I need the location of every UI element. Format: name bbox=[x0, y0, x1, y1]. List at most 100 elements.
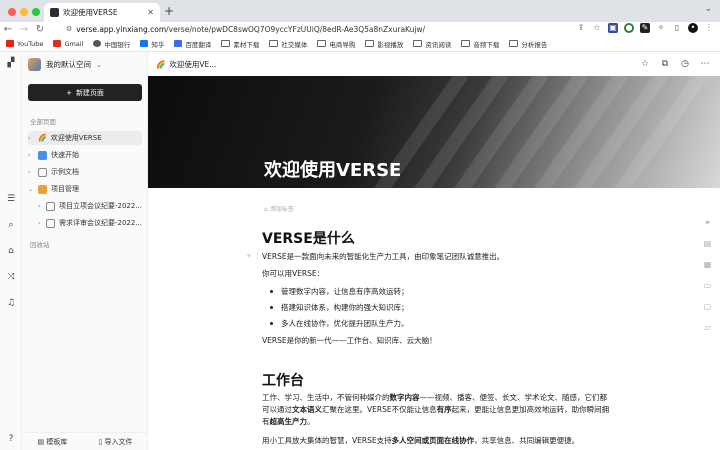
page-title[interactable]: 欢迎使用VERSE bbox=[264, 156, 401, 182]
pages-list-icon[interactable]: ☰ bbox=[6, 194, 16, 204]
add-tag-button[interactable]: ⌂ 添加标签 bbox=[264, 204, 294, 213]
list-item: 多人在线协作，优化提升团队生产力。 bbox=[270, 318, 409, 329]
chat-icon[interactable]: ▢ bbox=[703, 302, 712, 311]
open-external-icon[interactable]: ⧉ bbox=[660, 59, 670, 69]
doc-icon bbox=[45, 218, 55, 228]
share-icon[interactable]: ⇪ bbox=[576, 23, 586, 33]
folder-icon bbox=[269, 40, 279, 47]
notification-bell-icon[interactable]: ♫ bbox=[6, 298, 16, 308]
folder-icon bbox=[38, 184, 47, 194]
heading-what-is-verse: VERSE是什么 bbox=[262, 231, 355, 247]
sidebar-item-review-minutes[interactable]: › 需求评审会议纪要-2022... bbox=[28, 216, 142, 230]
bookmark-folder-social[interactable]: 社交媒体 bbox=[269, 39, 307, 49]
doc-icon bbox=[38, 167, 47, 177]
rainbow-icon: 🌈 bbox=[38, 134, 47, 142]
cover-image: 欢迎使用VERSE bbox=[148, 76, 720, 188]
sidebar-item-welcome[interactable]: › 🌈 欢迎使用VERSE bbox=[28, 131, 142, 145]
search-icon[interactable]: ⌕ bbox=[6, 220, 16, 230]
tab-list-chevron-icon[interactable]: ⌄ bbox=[704, 4, 712, 14]
workbench-paragraph-1: 工作、学习、生活中，不管何种媒介的数字内容——视频、播客、便签、长文、学术论文、… bbox=[262, 393, 610, 426]
expand-caret-icon[interactable]: › bbox=[38, 203, 42, 210]
browser-tab-active[interactable]: 欢迎使用VERSE ✕ bbox=[44, 3, 160, 22]
templates-button[interactable]: ▤ 模板库 bbox=[38, 437, 68, 447]
link-icon[interactable]: ⚭ bbox=[703, 218, 712, 227]
bookmark-star-icon[interactable]: ☆ bbox=[592, 23, 602, 33]
collapse-caret-icon[interactable]: ⌄ bbox=[28, 186, 34, 193]
minimize-window-button[interactable] bbox=[20, 8, 28, 16]
maximize-window-button[interactable] bbox=[32, 8, 40, 16]
sidebar-item-label: 项目管理 bbox=[51, 185, 79, 193]
new-page-label: 新建页面 bbox=[75, 88, 104, 97]
url-text: verse.app.yinxiang.com/verse/note/pwDC8s… bbox=[76, 24, 426, 34]
address-bar[interactable]: ⚙ verse.app.yinxiang.com/verse/note/pwDC… bbox=[66, 22, 606, 36]
bookmark-baidu-translate[interactable]: 百度翻译 bbox=[174, 39, 211, 49]
can-paragraph: 你可以用VERSE： bbox=[262, 269, 325, 278]
bookmark-folder-reports[interactable]: 分析报告 bbox=[509, 39, 547, 49]
heading-workbench: 工作台 bbox=[262, 373, 304, 389]
expand-caret-icon[interactable]: › bbox=[28, 152, 34, 159]
bookmark-folder-video[interactable]: 影视播放 bbox=[365, 39, 403, 49]
bookmark-folder-news[interactable]: 资讯阅读 bbox=[413, 39, 451, 49]
folder-icon bbox=[317, 40, 327, 47]
workspace-avatar bbox=[28, 58, 41, 71]
bookmark-boc[interactable]: 中国银行 bbox=[93, 39, 130, 49]
back-arrow-icon[interactable]: ← bbox=[0, 24, 16, 35]
sidebar-item-label: 需求评审会议纪要-2022... bbox=[58, 219, 142, 227]
folder-icon bbox=[365, 40, 375, 47]
profile-avatar-icon[interactable]: • bbox=[688, 23, 698, 33]
help-icon[interactable]: ? bbox=[6, 434, 16, 444]
close-window-button[interactable] bbox=[8, 8, 16, 16]
bookmark-gmail[interactable]: Gmail bbox=[53, 40, 83, 48]
shuffle-icon[interactable]: ⤨ bbox=[6, 272, 16, 282]
list-item: 管理数字内容，让信息有序高效运转； bbox=[270, 286, 409, 297]
sidebar-item-quickstart[interactable]: › 快速开始 bbox=[28, 148, 142, 162]
list-item: 搭建知识体系，构建你的强大知识库； bbox=[270, 302, 409, 313]
favorite-star-icon[interactable]: ☆ bbox=[640, 59, 650, 69]
sidebar-item-kickoff-minutes[interactable]: › 项目立项会议纪要-2022... bbox=[28, 199, 142, 213]
baidu-translate-icon bbox=[174, 40, 183, 47]
site-info-icon[interactable]: ⚙ bbox=[66, 25, 72, 33]
expand-caret-icon[interactable]: › bbox=[28, 135, 34, 142]
browser-menu-icon[interactable]: ⋮ bbox=[704, 23, 714, 33]
bookmark-youtube[interactable]: YouTube bbox=[6, 40, 43, 48]
trash-link[interactable]: 回收站 bbox=[30, 239, 50, 249]
extension-1-icon[interactable]: ▣ bbox=[608, 23, 618, 33]
history-clock-icon[interactable]: ◷ bbox=[680, 59, 690, 69]
verse-logo-icon[interactable]: ▞ bbox=[6, 58, 16, 68]
tag-icon: ⌂ bbox=[264, 206, 268, 213]
outline-icon[interactable]: ▤ bbox=[703, 239, 712, 248]
rainbow-icon: 🌈 bbox=[156, 59, 166, 69]
folder-icon bbox=[461, 40, 471, 47]
sidebar-item-project-mgmt[interactable]: ⌄ 项目管理 bbox=[28, 182, 142, 196]
bookmark-zhihu[interactable]: 知乎 bbox=[140, 39, 164, 49]
bookmark-folder-shopping[interactable]: 电商导购 bbox=[317, 39, 355, 49]
extension-2-icon[interactable]: ● bbox=[624, 23, 634, 33]
forward-arrow-icon[interactable]: → bbox=[16, 24, 32, 35]
bookmarks-bar: YouTube Gmail 中国银行 知乎 百度翻译 素材下载 社交媒体 电商导… bbox=[0, 36, 720, 52]
extension-3-icon[interactable]: ✎ bbox=[640, 23, 650, 33]
new-page-button[interactable]: + 新建页面 bbox=[28, 84, 142, 101]
workspace-switcher[interactable]: 我的默认空间 ⌄ bbox=[28, 58, 102, 71]
breadcrumb[interactable]: 欢迎使用VE... bbox=[169, 59, 216, 70]
tag-icon[interactable]: ⌂ bbox=[6, 246, 16, 256]
sidebar-item-sample-docs[interactable]: › 示例文档 bbox=[28, 165, 142, 179]
new-tab-icon[interactable]: + bbox=[164, 4, 174, 18]
bookmark-folder-assets[interactable]: 素材下载 bbox=[221, 39, 259, 49]
all-pages-label: 全部页面 bbox=[30, 118, 56, 126]
reload-icon[interactable]: ↻ bbox=[32, 24, 48, 35]
import-button[interactable]: ▯ 导入文件 bbox=[98, 437, 132, 447]
folder-icon bbox=[221, 40, 231, 47]
extensions-puzzle-icon[interactable]: ✧ bbox=[656, 23, 666, 33]
more-menu-icon[interactable]: ⋯ bbox=[700, 59, 710, 69]
comment-icon[interactable]: ▱ bbox=[703, 323, 712, 332]
expand-caret-icon[interactable]: › bbox=[28, 169, 34, 176]
layers-icon[interactable]: ▭ bbox=[703, 281, 712, 290]
expand-caret-icon[interactable]: › bbox=[38, 220, 42, 227]
doc-icon bbox=[45, 201, 55, 211]
grid-icon[interactable]: ▦ bbox=[703, 260, 712, 269]
bookmark-folder-audio[interactable]: 音频下载 bbox=[461, 39, 499, 49]
sidebar-item-label: 欢迎使用VERSE bbox=[50, 134, 102, 142]
gmail-icon bbox=[53, 40, 62, 47]
close-tab-icon[interactable]: ✕ bbox=[147, 8, 154, 17]
sidepanel-icon[interactable]: ▯ bbox=[672, 23, 682, 33]
